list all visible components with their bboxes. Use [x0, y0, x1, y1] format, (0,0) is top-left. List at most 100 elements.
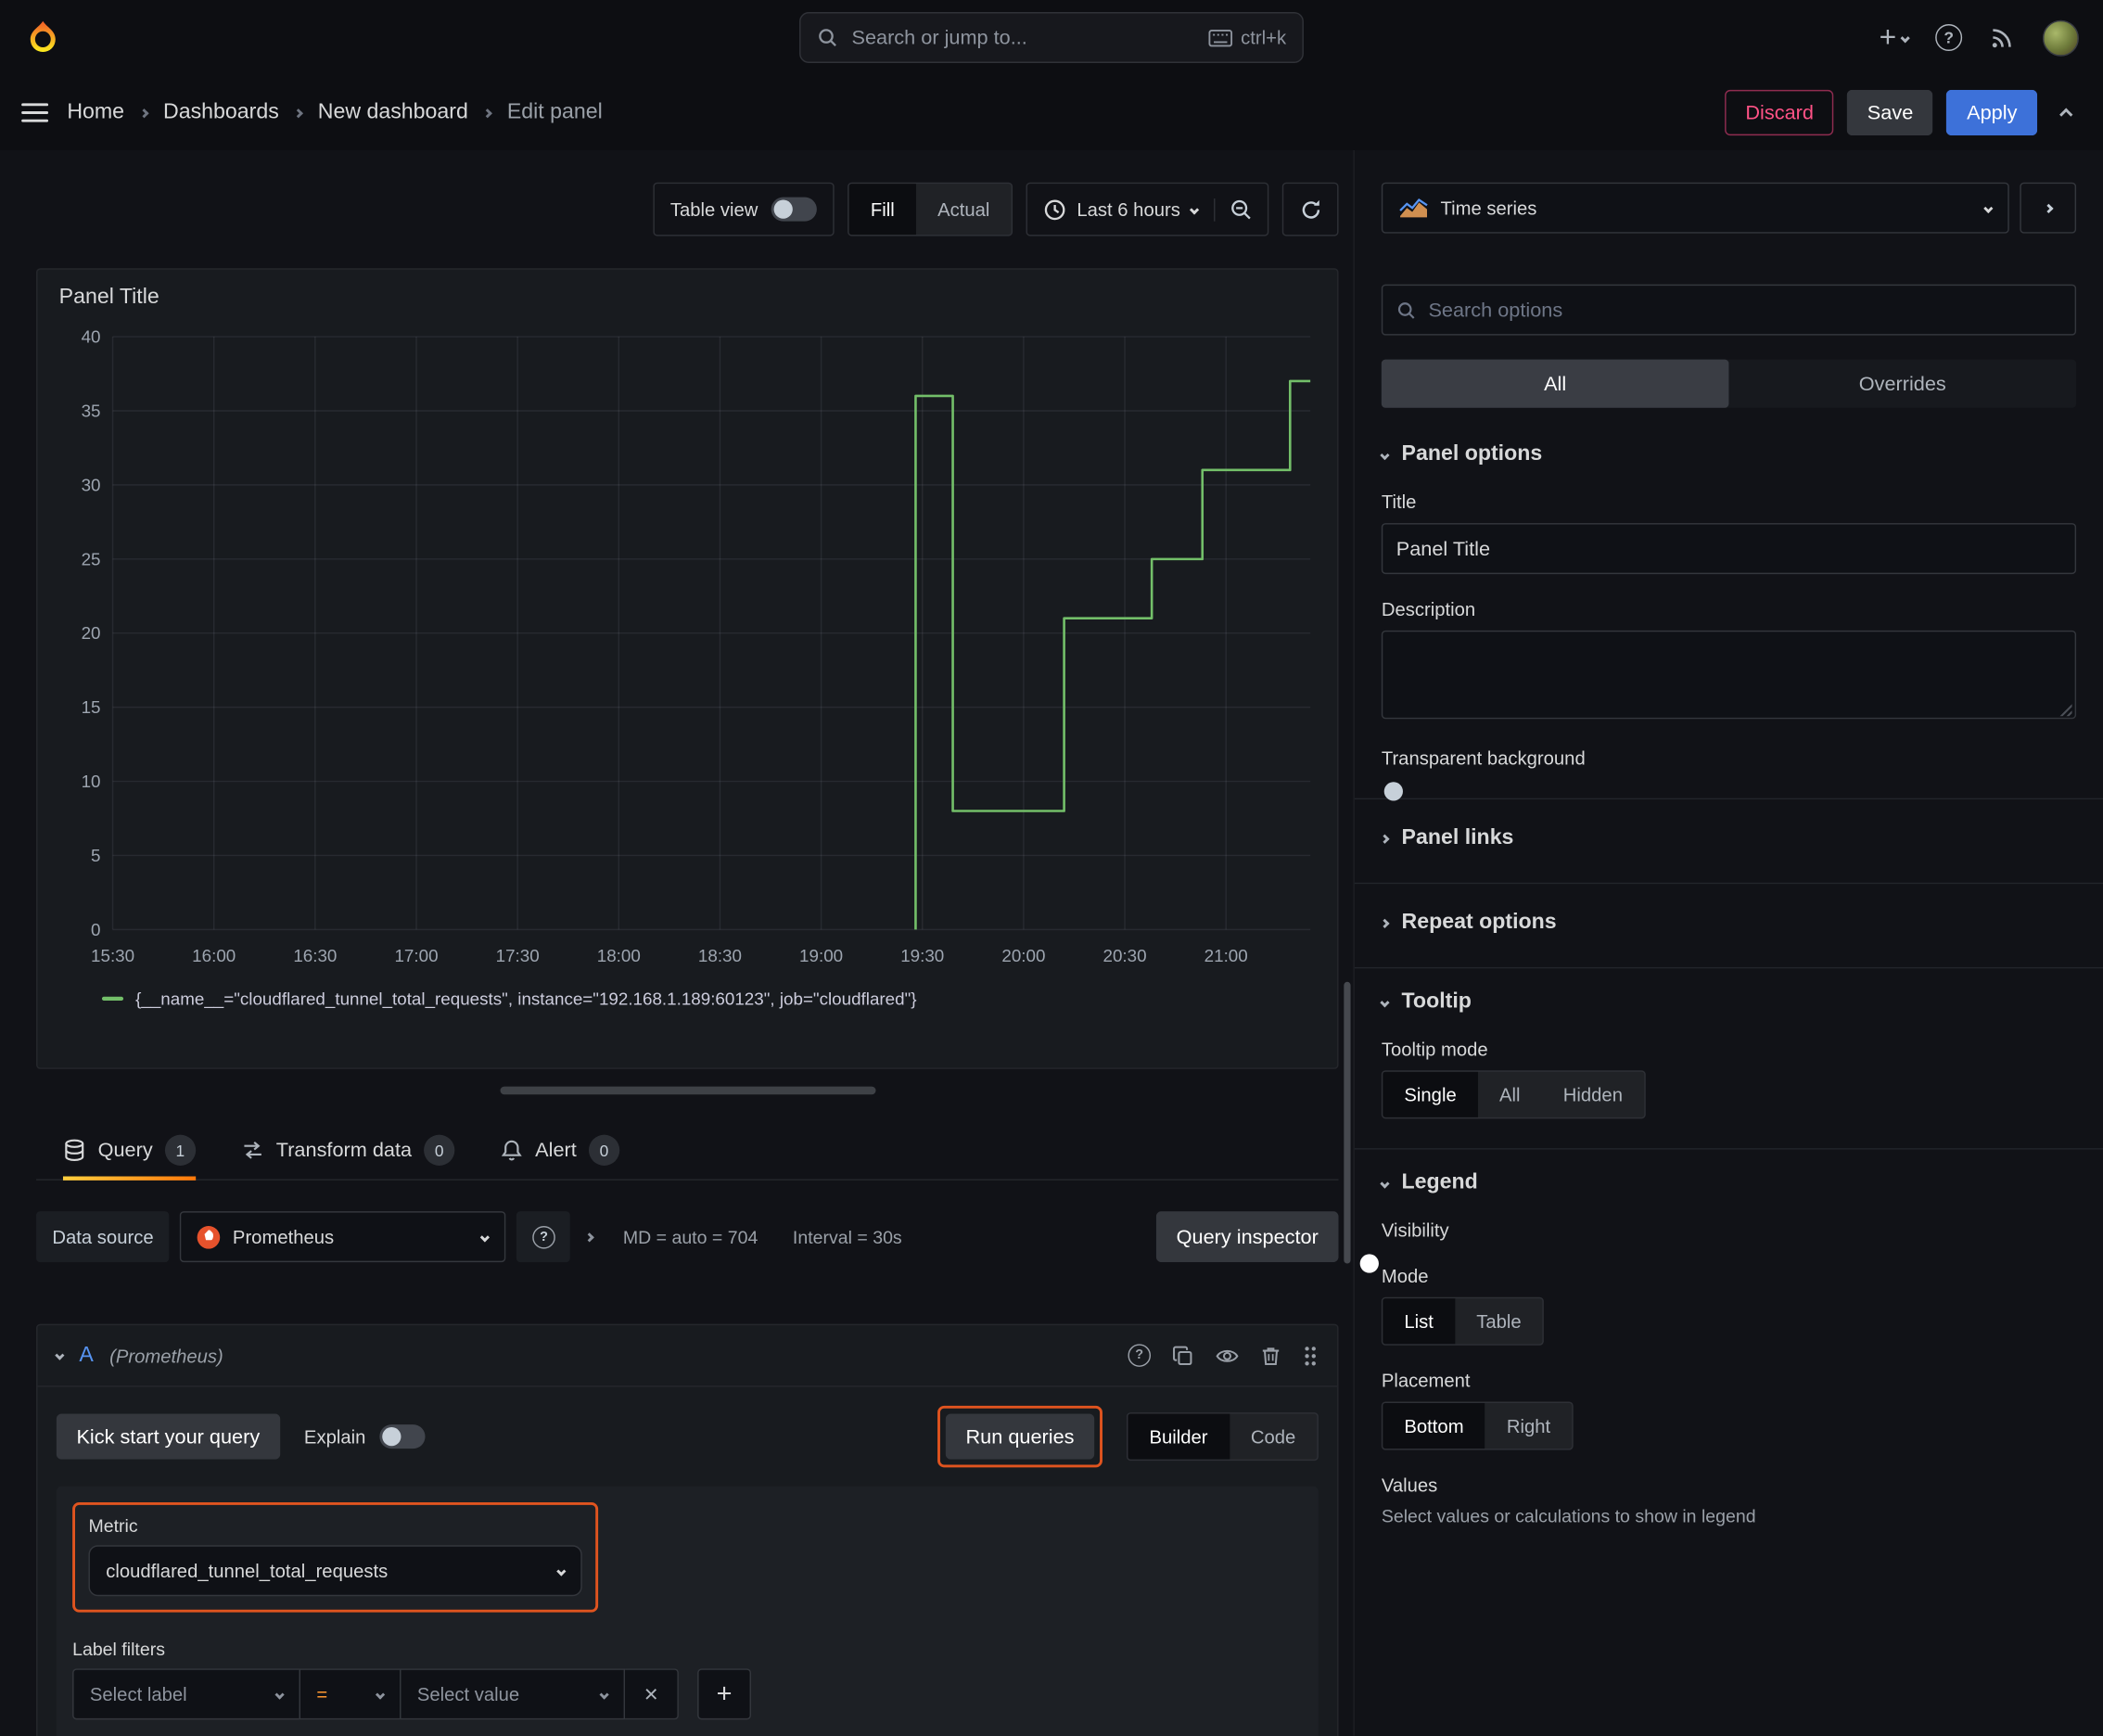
- legend-placement-bottom[interactable]: Bottom: [1383, 1402, 1485, 1449]
- database-icon: [63, 1139, 86, 1162]
- time-range-button[interactable]: Last 6 hours: [1027, 198, 1214, 221]
- user-avatar[interactable]: [2042, 19, 2079, 57]
- value-select[interactable]: Select value: [400, 1668, 626, 1720]
- chevron-right-icon: [1380, 918, 1390, 928]
- search-icon: [1396, 300, 1417, 320]
- run-queries-highlight: Run queries: [937, 1405, 1102, 1468]
- label-filters-row: Select label = Select value × +: [72, 1668, 1302, 1720]
- svg-text:21:00: 21:00: [1204, 946, 1248, 965]
- code-option[interactable]: Code: [1230, 1414, 1318, 1460]
- transform-count-badge: 0: [424, 1134, 455, 1166]
- collapse-query-icon[interactable]: [55, 1350, 65, 1360]
- run-queries-button[interactable]: Run queries: [945, 1413, 1095, 1460]
- legend-values-label: Values: [1381, 1474, 1438, 1496]
- tooltip-mode-hidden[interactable]: Hidden: [1542, 1072, 1644, 1117]
- toggle-visibility-button[interactable]: [1215, 1345, 1239, 1366]
- legend-mode-table[interactable]: Table: [1455, 1298, 1543, 1344]
- tooltip-mode-single[interactable]: Single: [1383, 1071, 1478, 1117]
- time-series-chart[interactable]: 0 5 10 15 20 25 30 35 40 15:30 16:00 16:30 17:00 17:3…: [57, 318, 1319, 978]
- svg-text:20:00: 20:00: [1001, 946, 1045, 965]
- tab-alert[interactable]: Alert 0: [501, 1121, 620, 1179]
- options-search-input[interactable]: [1428, 298, 2062, 322]
- panel-edit-main: Table view Fill Actual Last 6 hours Pane…: [0, 150, 1353, 1736]
- delete-query-button[interactable]: [1261, 1345, 1281, 1366]
- grafana-edit-panel-page: Search or jump to... ctrl+k + ? Home Das…: [0, 0, 2103, 1736]
- tab-transform-data[interactable]: Transform data 0: [241, 1121, 455, 1179]
- query-inspector-button[interactable]: Query inspector: [1155, 1211, 1339, 1263]
- query-help-button[interactable]: ?: [1128, 1344, 1152, 1367]
- duplicate-query-button[interactable]: [1172, 1345, 1193, 1366]
- svg-text:18:00: 18:00: [597, 946, 641, 965]
- news-button[interactable]: [1989, 24, 2016, 51]
- panel-title-input[interactable]: [1381, 523, 2077, 575]
- query-options-summary[interactable]: MD = auto = 704 Interval = 30s: [623, 1227, 902, 1247]
- svg-text:30: 30: [82, 475, 101, 494]
- tab-overrides[interactable]: Overrides: [1728, 360, 2076, 408]
- grafana-logo-icon[interactable]: [24, 18, 64, 57]
- query-editor-card: A (Prometheus) ? Kick start your query E…: [36, 1323, 1339, 1736]
- table-view-toggle[interactable]: [771, 197, 818, 222]
- svg-text:17:00: 17:00: [394, 946, 438, 965]
- collapse-header-button[interactable]: [2051, 94, 2082, 131]
- drag-handle-icon[interactable]: [1302, 1344, 1318, 1368]
- builder-option[interactable]: Builder: [1128, 1413, 1230, 1460]
- repeat-options-header[interactable]: Repeat options: [1380, 905, 2076, 938]
- tab-all-options[interactable]: All: [1381, 359, 1729, 408]
- operator-select[interactable]: =: [299, 1668, 401, 1720]
- global-search-input[interactable]: Search or jump to... ctrl+k: [799, 12, 1304, 63]
- section-panel-options: Panel options Title Description Transpar…: [1355, 442, 2103, 769]
- legend-mode-list[interactable]: List: [1383, 1298, 1456, 1345]
- help-button[interactable]: ?: [1935, 24, 1963, 51]
- question-icon: ?: [532, 1225, 555, 1248]
- breadcrumb-home[interactable]: Home: [67, 100, 124, 124]
- max-data-points: MD = auto = 704: [622, 1226, 758, 1247]
- question-icon: ?: [1128, 1344, 1152, 1367]
- query-datasource-hint: (Prometheus): [109, 1345, 223, 1367]
- discard-button[interactable]: Discard: [1725, 89, 1834, 136]
- add-filter-button[interactable]: +: [697, 1668, 751, 1720]
- collapse-sidebar-button[interactable]: [2020, 182, 2077, 234]
- chevron-right-icon: [138, 108, 149, 118]
- zoom-out-button[interactable]: [1214, 198, 1268, 221]
- legend-placement-right[interactable]: Right: [1485, 1403, 1573, 1449]
- menu-toggle-icon[interactable]: [21, 98, 49, 128]
- legend-placement-group: Bottom Right: [1381, 1401, 1574, 1450]
- description-textarea[interactable]: [1381, 630, 2077, 720]
- panel-options-header[interactable]: Panel options: [1380, 442, 2076, 466]
- actual-option[interactable]: Actual: [916, 184, 1012, 235]
- legend-mode-label: Mode: [1381, 1264, 1429, 1287]
- section-legend: Legend Visibility Mode List Table Placem…: [1354, 1148, 2103, 1526]
- query-row-header[interactable]: A (Prometheus) ?: [37, 1325, 1338, 1387]
- breadcrumb-new-dashboard[interactable]: New dashboard: [318, 100, 468, 124]
- panel-links-header[interactable]: Panel links: [1380, 821, 2076, 853]
- fill-option[interactable]: Fill: [848, 184, 916, 236]
- tooltip-mode-all[interactable]: All: [1478, 1072, 1542, 1117]
- breadcrumb-dashboards[interactable]: Dashboards: [163, 100, 279, 124]
- chart-legend[interactable]: {__name__="cloudflared_tunnel_total_requ…: [57, 977, 1319, 1009]
- svg-text:10: 10: [82, 772, 101, 791]
- label-select[interactable]: Select label: [72, 1668, 300, 1720]
- expand-options-icon[interactable]: [585, 1232, 595, 1242]
- resize-handle[interactable]: [499, 1086, 875, 1095]
- legend-header[interactable]: Legend: [1380, 1171, 2076, 1195]
- explain-toggle[interactable]: [378, 1424, 425, 1449]
- chevron-down-icon: [274, 1689, 285, 1699]
- scrollbar-thumb[interactable]: [1344, 981, 1351, 1264]
- refresh-button[interactable]: [1283, 198, 1337, 221]
- datasource-picker[interactable]: Prometheus: [180, 1211, 507, 1263]
- metric-select[interactable]: cloudflared_tunnel_total_requests: [88, 1545, 582, 1597]
- save-button[interactable]: Save: [1847, 89, 1933, 136]
- chevron-down-icon: [1380, 1178, 1390, 1188]
- kick-start-query-button[interactable]: Kick start your query: [56, 1413, 280, 1460]
- remove-filter-button[interactable]: ×: [625, 1668, 679, 1720]
- tab-query[interactable]: Query 1: [62, 1121, 196, 1181]
- add-new-button[interactable]: +: [1880, 22, 1910, 53]
- apply-button[interactable]: Apply: [1946, 89, 2038, 136]
- tooltip-header[interactable]: Tooltip: [1380, 989, 2076, 1014]
- editor-tabs: Query 1 Transform data 0 Alert 0: [36, 1121, 1339, 1181]
- question-icon: ?: [1935, 24, 1963, 51]
- visualization-picker[interactable]: Time series: [1381, 182, 2009, 234]
- content: Table view Fill Actual Last 6 hours Pane…: [0, 149, 2103, 1736]
- datasource-help-button[interactable]: ?: [516, 1211, 571, 1263]
- options-search: [1381, 284, 2077, 336]
